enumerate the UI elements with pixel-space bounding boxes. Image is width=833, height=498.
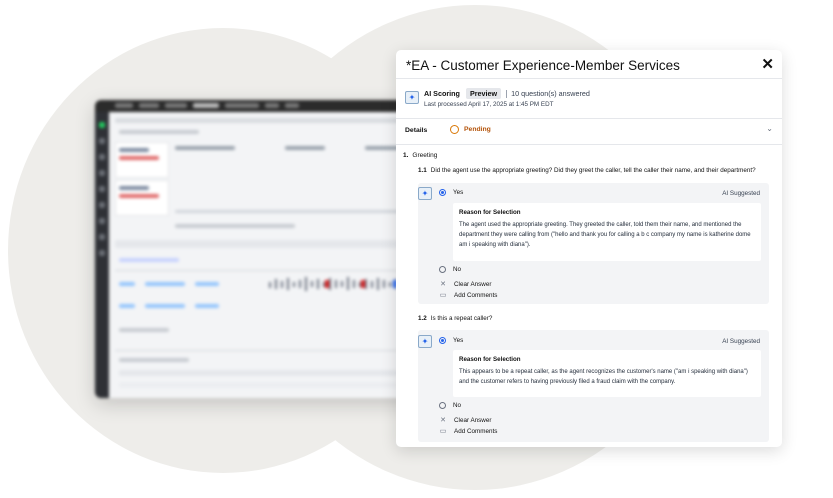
- option-no[interactable]: No: [439, 266, 461, 273]
- ai-suggested-label: AI Suggested: [722, 338, 760, 345]
- radio-selected-icon[interactable]: [439, 189, 446, 196]
- question-1-2: 1.2 Is this a repeat caller?: [418, 315, 492, 322]
- reason-card: Reason for Selection This appears to be …: [453, 350, 761, 397]
- clear-answer-label: Clear Answer: [454, 416, 492, 424]
- title-divider: [396, 78, 782, 79]
- answered-count: 10 question(s) answered: [511, 89, 590, 98]
- option-label: No: [453, 402, 462, 409]
- option-label: Yes: [453, 337, 464, 344]
- status-text: Pending: [464, 126, 491, 133]
- add-comments-label: Add Comments: [454, 291, 498, 299]
- ai-sparkle-icon: ✦: [418, 335, 432, 348]
- close-icon: ✕: [440, 281, 446, 288]
- radio-selected-icon[interactable]: [439, 337, 446, 344]
- clear-answer-button[interactable]: ✕ Clear Answer: [439, 416, 492, 425]
- comment-icon: ▭: [439, 292, 447, 299]
- question-1-1: 1.1 Did the agent use the appropriate gre…: [418, 167, 756, 174]
- option-label: Yes: [453, 189, 464, 196]
- add-comments-label: Add Comments: [454, 427, 498, 435]
- close-icon: ✕: [440, 417, 446, 424]
- add-comments-button[interactable]: ▭ Add Comments: [439, 291, 498, 300]
- status-badge: Pending: [450, 125, 491, 134]
- details-divider: [396, 144, 782, 145]
- details-label: Details: [405, 127, 428, 134]
- reason-text: The agent used the appropriate greeting.…: [459, 222, 751, 248]
- pending-circle-icon: [450, 125, 459, 134]
- ai-scoring-label: AI Scoring: [424, 89, 460, 98]
- reason-title: Reason for Selection: [459, 209, 521, 216]
- question-number: 1.1: [418, 167, 427, 174]
- option-label: No: [453, 266, 462, 273]
- ai-sparkle-icon: ✦: [405, 91, 419, 104]
- reason-card: Reason for Selection The agent used the …: [453, 203, 761, 261]
- section-number: 1.: [403, 152, 409, 159]
- background-app-window: [95, 100, 425, 398]
- panel-title: *EA - Customer Experience-Member Service…: [406, 58, 680, 73]
- reason-text: This appears to be a repeat caller, as t…: [459, 369, 748, 385]
- ai-suggested-label: AI Suggested: [722, 190, 760, 197]
- radio-unselected-icon[interactable]: [439, 402, 446, 409]
- chevron-down-icon[interactable]: ⌄: [766, 124, 773, 133]
- background-app-sidebar: [95, 112, 109, 398]
- ai-sparkle-icon: ✦: [418, 187, 432, 200]
- clear-answer-label: Clear Answer: [454, 280, 492, 288]
- reason-title: Reason for Selection: [459, 356, 521, 363]
- question-number: 1.2: [418, 315, 427, 322]
- radio-unselected-icon[interactable]: [439, 266, 446, 273]
- section-greeting: 1. Greeting: [403, 152, 437, 159]
- scoring-divider-line: [396, 118, 782, 119]
- scoring-divider: [506, 89, 508, 98]
- question-text: Did the agent use the appropriate greeti…: [430, 167, 756, 174]
- background-app-topbar: [95, 100, 425, 112]
- question-text: Is this a repeat caller?: [430, 315, 493, 322]
- answer-box-1-1: ✦ Yes AI Suggested Reason for Selection …: [418, 183, 769, 304]
- clear-answer-button[interactable]: ✕ Clear Answer: [439, 280, 492, 289]
- answer-box-1-2: ✦ Yes AI Suggested Reason for Selection …: [418, 330, 769, 442]
- preview-badge: Preview: [465, 88, 502, 99]
- comment-icon: ▭: [439, 428, 447, 435]
- option-no[interactable]: No: [439, 402, 461, 409]
- last-processed: Last processed April 17, 2025 at 1:45 PM…: [424, 101, 554, 108]
- option-yes[interactable]: Yes: [439, 337, 463, 344]
- add-comments-button[interactable]: ▭ Add Comments: [439, 427, 498, 436]
- ai-scoring-row: AI Scoring Preview 10 question(s) answer…: [424, 88, 590, 99]
- evaluation-panel: *EA - Customer Experience-Member Service…: [396, 50, 782, 447]
- option-yes[interactable]: Yes: [439, 189, 463, 196]
- close-icon[interactable]: ✕: [761, 57, 774, 72]
- section-title: Greeting: [412, 152, 438, 159]
